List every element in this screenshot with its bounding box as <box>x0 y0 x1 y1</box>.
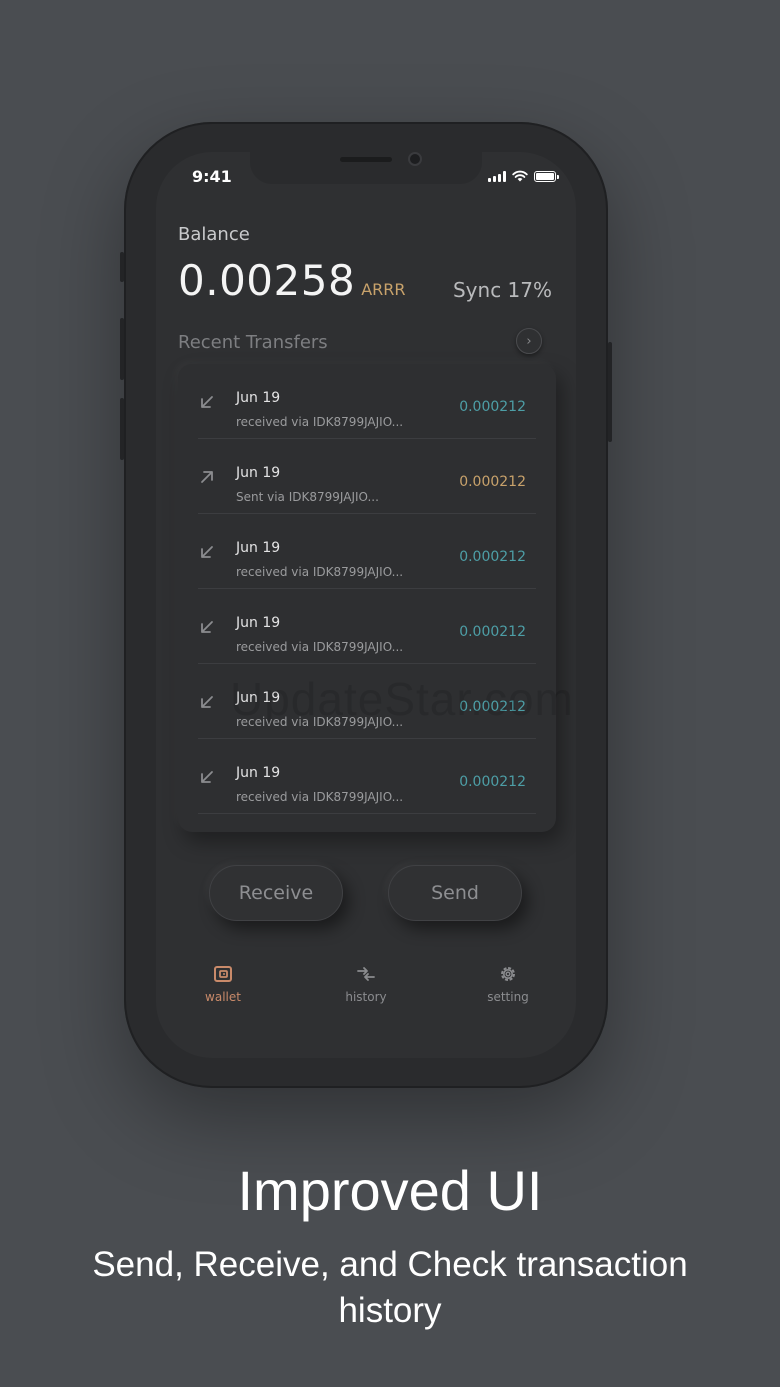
volume-down-button <box>120 398 124 460</box>
tab-setting-label: setting <box>487 990 529 1004</box>
tab-history-label: history <box>345 990 387 1004</box>
arrow-down-left-icon <box>198 364 216 439</box>
transaction-description: received via IDK8799JAJIO... <box>236 565 404 579</box>
transaction-amount: 0.000212 <box>459 624 526 640</box>
transaction-date: Jun 19 <box>236 390 281 406</box>
balance-unit: ARRR <box>361 280 406 299</box>
power-button <box>608 342 612 442</box>
transaction-description: received via IDK8799JAJIO... <box>236 640 404 654</box>
status-icons <box>488 170 559 182</box>
history-icon <box>357 967 375 981</box>
transaction-amount: 0.000212 <box>459 399 526 415</box>
transaction-date: Jun 19 <box>236 765 281 781</box>
tab-bar: wallet history setting <box>156 962 576 1012</box>
signal-icon <box>488 171 506 182</box>
balance: 0.00258 ARRR <box>178 256 405 305</box>
transaction-list: Jun 19 received via IDK8799JAJIO... 0.0002… <box>178 364 556 832</box>
silent-switch <box>120 252 124 282</box>
gear-icon <box>501 967 515 981</box>
transaction-row[interactable]: Jun 19 received via IDK8799JAJIO... 0.0002… <box>198 514 536 589</box>
tab-wallet[interactable]: wallet <box>183 962 263 1004</box>
transaction-description: received via IDK8799JAJIO... <box>236 790 404 804</box>
wifi-icon <box>512 170 528 182</box>
tab-setting[interactable]: setting <box>468 962 548 1004</box>
balance-value: 0.00258 <box>178 256 356 305</box>
transaction-amount: 0.000212 <box>459 474 526 490</box>
transaction-date: Jun 19 <box>236 615 281 631</box>
volume-up-button <box>120 318 124 380</box>
arrow-down-left-icon <box>198 514 216 589</box>
marketing-subline: Send, Receive, and Check transaction his… <box>92 1245 688 1330</box>
receive-button[interactable]: Receive <box>209 865 343 921</box>
notch <box>250 152 482 184</box>
transaction-description: received via IDK8799JAJIO... <box>236 415 404 429</box>
tab-wallet-label: wallet <box>205 990 241 1004</box>
sync-status: Sync 17% <box>452 278 552 302</box>
transaction-date: Jun 19 <box>236 465 281 481</box>
arrow-down-left-icon <box>198 739 216 814</box>
arrow-down-left-icon <box>198 589 216 664</box>
recent-transfers-title: Recent Transfers <box>178 332 328 353</box>
watermark: UpdateStar.com <box>230 673 574 725</box>
marketing-headline: Improved UI <box>237 1159 543 1222</box>
transaction-row[interactable]: Jun 19 received via IDK8799JAJIO... 0.0002… <box>198 364 536 439</box>
status-time: 9:41 <box>192 167 232 186</box>
balance-label: Balance <box>178 224 250 245</box>
front-camera <box>408 152 422 166</box>
send-button[interactable]: Send <box>388 865 522 921</box>
transaction-row[interactable]: Jun 19 received via IDK8799JAJIO... 0.0002… <box>198 739 536 814</box>
transaction-row[interactable]: Jun 19 Sent via IDK8799JAJIO... 0.000212 <box>198 439 536 514</box>
transaction-date: Jun 19 <box>236 540 281 556</box>
tab-history[interactable]: history <box>326 962 406 1004</box>
battery-icon <box>534 171 559 182</box>
wallet-icon <box>214 966 232 982</box>
transaction-amount: 0.000212 <box>459 774 526 790</box>
speaker <box>340 157 392 162</box>
transaction-row[interactable]: Jun 19 received via IDK8799JAJIO... 0.0002… <box>198 589 536 664</box>
transaction-description: Sent via IDK8799JAJIO... <box>236 490 379 504</box>
phone-screen: 9:41 Balance 0.00258 ARRR Sync 17% Recen… <box>156 152 576 1058</box>
transaction-amount: 0.000212 <box>459 549 526 565</box>
arrow-down-left-icon <box>198 664 216 739</box>
chevron-right-icon[interactable]: › <box>516 328 542 354</box>
arrow-up-right-icon <box>198 439 216 514</box>
